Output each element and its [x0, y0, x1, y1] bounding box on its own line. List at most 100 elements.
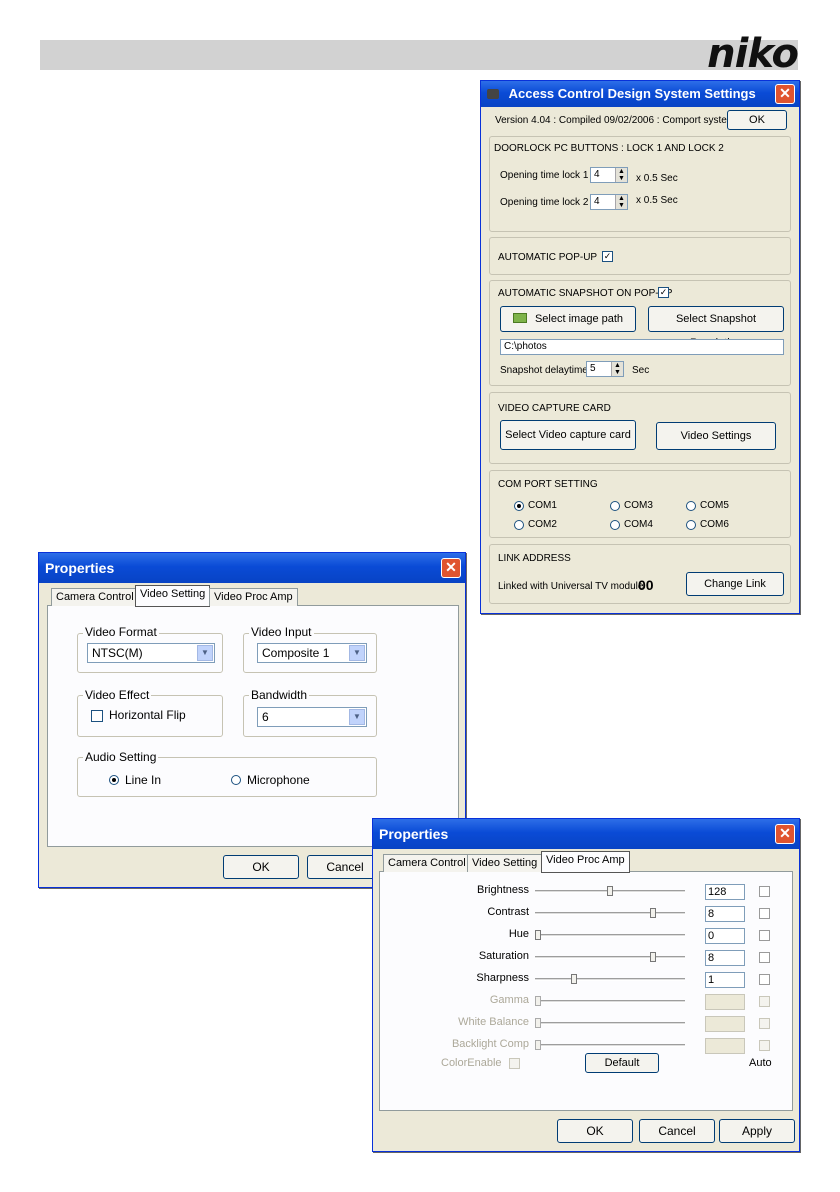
procamp-slider-track[interactable]	[535, 1044, 685, 1047]
com4-label: COM4	[624, 519, 653, 530]
spinner-arrows-icon[interactable]: ▲ ▼	[611, 362, 623, 376]
color-enable-label: ColorEnable	[441, 1057, 502, 1069]
procamp-properties-window: Properties ✕ Camera Control Video Settin…	[372, 818, 800, 1152]
procamp-auto-checkbox[interactable]	[759, 886, 770, 897]
default-button[interactable]: Default	[585, 1053, 659, 1073]
procamp-value-box[interactable]: 8	[705, 906, 745, 922]
ok-button[interactable]: OK	[223, 855, 299, 879]
close-icon[interactable]: ✕	[441, 558, 461, 578]
tab-camera-control[interactable]: Camera Control	[383, 854, 471, 872]
procamp-slider-thumb[interactable]	[650, 952, 656, 962]
procamp-value-box[interactable]: 128	[705, 884, 745, 900]
chevron-down-icon[interactable]: ▼	[349, 709, 365, 725]
procamp-value-box[interactable]: 0	[705, 928, 745, 944]
procamp-value-box[interactable]: 8	[705, 950, 745, 966]
line-in-radio[interactable]	[109, 775, 119, 785]
video-input-select[interactable]: Composite 1 ▼	[257, 643, 367, 663]
select-video-card-button[interactable]: Select Video capture card	[500, 420, 636, 450]
auto-snapshot-checkbox[interactable]: ✓	[658, 287, 669, 298]
procamp-row-label: Saturation	[478, 950, 529, 962]
procamp-auto-checkbox	[759, 1040, 770, 1051]
com-port-group: COM PORT SETTING COM1 COM3 COM5 COM2 COM…	[489, 470, 791, 538]
app-icon	[487, 89, 499, 99]
procamp-row-label: Backlight Comp	[451, 1038, 529, 1050]
procamp-row-label: White Balance	[458, 1016, 529, 1028]
procamp-properties-title: Properties	[379, 826, 449, 842]
procamp-auto-checkbox	[759, 1018, 770, 1029]
folder-icon	[512, 313, 527, 323]
close-icon[interactable]: ✕	[775, 84, 795, 104]
com2-label: COM2	[528, 519, 557, 530]
ok-button[interactable]: OK	[557, 1119, 633, 1143]
cancel-button[interactable]: Cancel	[639, 1119, 715, 1143]
change-link-button[interactable]: Change Link	[686, 572, 784, 596]
chevron-down-icon[interactable]: ▼	[349, 645, 365, 661]
close-icon[interactable]: ✕	[775, 824, 795, 844]
com5-radio[interactable]	[686, 501, 696, 511]
com1-radio[interactable]	[514, 501, 524, 511]
com3-label: COM3	[624, 500, 653, 511]
procamp-auto-checkbox[interactable]	[759, 908, 770, 919]
bandwidth-label: Bandwidth	[249, 688, 310, 702]
spinner-arrows-icon[interactable]: ▲ ▼	[615, 195, 627, 209]
procamp-slider-track[interactable]	[535, 1000, 685, 1003]
lock2-spinner[interactable]: 4 ▲ ▼	[590, 194, 628, 210]
select-snapshot-resolution-button[interactable]: Select Snapshot Resolution	[648, 306, 784, 349]
microphone-radio[interactable]	[231, 775, 241, 785]
image-path-input[interactable]: C:\photos	[500, 339, 784, 355]
auto-popup-label: AUTOMATIC POP-UP	[498, 252, 598, 263]
procamp-slider-track[interactable]	[535, 934, 685, 937]
color-enable-checkbox[interactable]	[509, 1058, 520, 1069]
tab-video-proc-amp[interactable]: Video Proc Amp	[209, 588, 298, 606]
settings-window: Access Control Design System Settings ✕ …	[480, 80, 800, 614]
tab-video-setting[interactable]: Video Setting	[135, 585, 211, 607]
ok-button[interactable]: OK	[727, 110, 787, 130]
settings-titlebar: Access Control Design System Settings ✕	[481, 81, 799, 107]
tab-camera-control[interactable]: Camera Control	[51, 588, 139, 606]
procamp-slider-track[interactable]	[535, 912, 685, 915]
linked-text: Linked with Universal TV module	[498, 581, 644, 592]
procamp-auto-checkbox[interactable]	[759, 930, 770, 941]
chevron-down-icon[interactable]: ▼	[197, 645, 213, 661]
procamp-value-box[interactable]: 1	[705, 972, 745, 988]
procamp-slider-thumb	[535, 1018, 541, 1028]
procamp-slider-track[interactable]	[535, 956, 685, 959]
doorlock-title: DOORLOCK PC BUTTONS : LOCK 1 AND LOCK 2	[494, 143, 724, 154]
horizontal-flip-checkbox[interactable]	[91, 710, 103, 722]
procamp-slider-thumb	[535, 1040, 541, 1050]
tab-video-setting[interactable]: Video Setting	[467, 854, 543, 872]
spinner-arrows-icon[interactable]: ▲ ▼	[615, 168, 627, 182]
video-properties-titlebar: Properties ✕	[39, 553, 465, 583]
com2-radio[interactable]	[514, 520, 524, 530]
procamp-slider-thumb[interactable]	[650, 908, 656, 918]
video-settings-button[interactable]: Video Settings	[656, 422, 776, 450]
procamp-row-label: Contrast	[487, 906, 529, 918]
procamp-auto-checkbox	[759, 996, 770, 1007]
com4-radio[interactable]	[610, 520, 620, 530]
video-format-select[interactable]: NTSC(M) ▼	[87, 643, 215, 663]
procamp-slider-thumb[interactable]	[607, 886, 613, 896]
header-bar	[40, 40, 798, 70]
bandwidth-select[interactable]: 6 ▼	[257, 707, 367, 727]
procamp-auto-checkbox[interactable]	[759, 974, 770, 985]
auto-popup-checkbox[interactable]: ✓	[602, 251, 613, 262]
procamp-row-label: Gamma	[489, 994, 529, 1006]
com5-label: COM5	[700, 500, 729, 511]
procamp-slider-thumb[interactable]	[571, 974, 577, 984]
com3-radio[interactable]	[610, 501, 620, 511]
procamp-slider-thumb	[535, 996, 541, 1006]
lock1-spinner[interactable]: 4 ▲ ▼	[590, 167, 628, 183]
select-image-path-button[interactable]: Select image path	[500, 306, 636, 332]
procamp-auto-checkbox[interactable]	[759, 952, 770, 963]
procamp-slider-track[interactable]	[535, 1022, 685, 1025]
snapshot-delay-spinner[interactable]: 5 ▲ ▼	[586, 361, 624, 377]
link-address-group: LINK ADDRESS Linked with Universal TV mo…	[489, 544, 791, 604]
procamp-slider-thumb[interactable]	[535, 930, 541, 940]
apply-button[interactable]: Apply	[719, 1119, 795, 1143]
procamp-slider-track[interactable]	[535, 978, 685, 981]
tab-video-proc-amp[interactable]: Video Proc Amp	[541, 851, 630, 873]
settings-title: Access Control Design System Settings	[508, 86, 756, 101]
line-in-label: Line In	[125, 773, 162, 787]
link-address-value: 00	[638, 577, 654, 593]
com6-radio[interactable]	[686, 520, 696, 530]
